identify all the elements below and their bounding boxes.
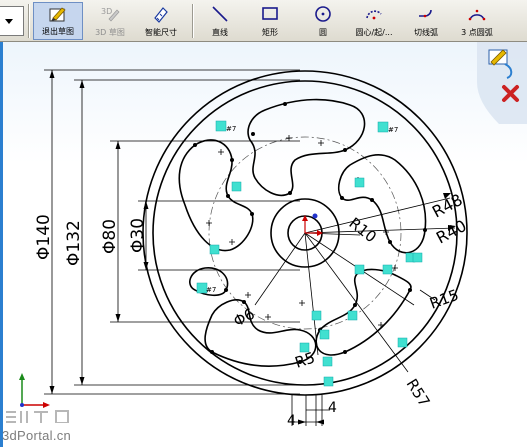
chevron-down-icon: [5, 19, 13, 24]
svg-text:#7: #7: [206, 286, 216, 294]
diameter-30-label[interactable]: Φ30: [128, 218, 148, 253]
svg-text:#7: #7: [226, 125, 236, 133]
exit-sketch-icon: [49, 7, 66, 22]
extension-lines: [44, 69, 323, 426]
rectangle-button[interactable]: 矩形: [250, 2, 290, 40]
smart-dimension-label: 智能尺寸: [145, 28, 177, 37]
rectangle-label: 矩形: [262, 28, 278, 37]
centerpoint-arc-label: 圆心/起/...: [355, 28, 393, 37]
sketch-3d-button[interactable]: 3D 3D 草图: [88, 2, 132, 40]
sketch-toolbar: 退出草图 3D 3D 草图 智能尺寸 直线 矩形 圆 圆心/起/... 切线弧 …: [0, 0, 527, 42]
smart-dimension-icon: [154, 7, 168, 23]
toolbar-separator: [28, 4, 30, 38]
graphics-area[interactable]: Φ140 Φ132 Φ80 Φ30 R48 R40 R10 R15 Φ6 R5 …: [0, 42, 527, 447]
toolbar-dropdown[interactable]: [0, 6, 24, 36]
circle-label: 圆: [319, 28, 327, 37]
tangent-arc-label: 切线弧: [414, 28, 438, 37]
svg-text:#7: #7: [388, 126, 398, 134]
rectangle-icon: [262, 7, 278, 20]
circle-button[interactable]: 圆: [304, 2, 342, 40]
exit-sketch-button[interactable]: 退出草图: [33, 2, 83, 40]
exit-sketch-label: 退出草图: [42, 27, 74, 36]
three-point-arc-button[interactable]: 3 点圆弧: [452, 2, 502, 40]
diameter-140-label[interactable]: Φ140: [34, 214, 54, 260]
centerpoint-arc-icon: [366, 10, 382, 20]
watermark-text: 3dPortal.cn: [2, 428, 72, 443]
svg-text:3D: 3D: [101, 7, 112, 16]
three-point-arc-icon: [468, 9, 486, 21]
line-label: 直线: [212, 28, 228, 37]
tangent-arc-button[interactable]: 切线弧: [406, 2, 446, 40]
solidworks-window: 退出草图 3D 3D 草图 智能尺寸 直线 矩形 圆 圆心/起/... 切线弧 …: [0, 0, 527, 447]
radius-10-label[interactable]: R10: [346, 214, 380, 246]
diameter-132-label[interactable]: Φ132: [64, 220, 84, 266]
watermark-logo-icon: [6, 410, 69, 423]
impeller-slots[interactable]: [178, 98, 427, 367]
radius-57-label[interactable]: R57: [403, 376, 434, 411]
smart-dimension-button[interactable]: 智能尺寸: [136, 2, 186, 40]
three-point-arc-label: 3 点圆弧: [461, 28, 493, 37]
sketch-3d-label: 3D 草图: [95, 28, 125, 37]
sketch-canvas[interactable]: Φ140 Φ132 Φ80 Φ30 R48 R40 R10 R15 Φ6 R5 …: [0, 42, 527, 447]
tangent-arc-icon: [419, 9, 432, 18]
toolbar-separator: [192, 4, 194, 38]
circle-icon: [315, 6, 331, 22]
confirmation-corner: [477, 42, 527, 124]
line-button[interactable]: 直线: [200, 2, 240, 40]
diameter-80-label[interactable]: Φ80: [100, 219, 120, 254]
width-4-label-right[interactable]: 4: [328, 400, 337, 416]
view-triad: [19, 373, 50, 408]
centerpoint-arc-button[interactable]: 圆心/起/...: [346, 2, 402, 40]
radius-15-label[interactable]: R15: [427, 286, 461, 313]
line-icon: [212, 6, 228, 22]
width-4-label-left[interactable]: 4: [287, 413, 296, 429]
sketch-3d-icon: 3D: [101, 7, 120, 22]
